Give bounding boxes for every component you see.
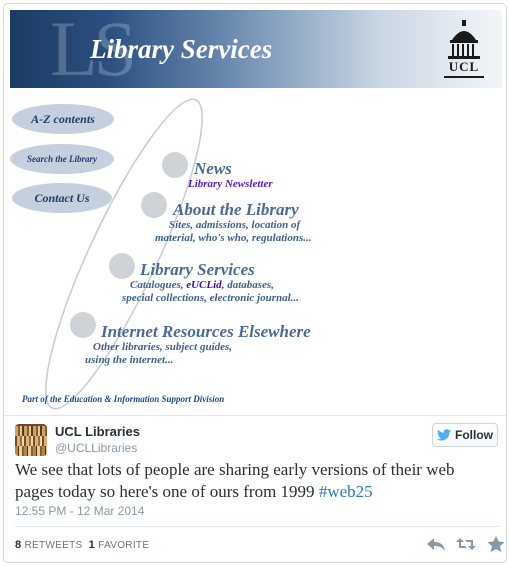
services-desc-line2: special collections, electronic journal.…	[122, 292, 299, 304]
euclid-link[interactable]: eUCLid	[186, 279, 221, 291]
user-name[interactable]: UCL Libraries	[55, 424, 140, 439]
embedded-1999-webpage[interactable]: LS Library Services UCL A-Z contents Sea…	[4, 4, 506, 414]
tweet-card: LS Library Services UCL A-Z contents Sea…	[3, 3, 507, 563]
internet-desc-line2: using the internet...	[85, 354, 174, 366]
section-news[interactable]: News Library Newsletter	[188, 160, 273, 191]
reply-icon[interactable]	[426, 535, 446, 553]
favorite-count[interactable]: 1	[89, 539, 95, 551]
section-services[interactable]: Library Services Catalogues, eUCLid, dat…	[122, 261, 299, 305]
retweet-icon[interactable]	[456, 535, 476, 553]
nav-az-contents[interactable]: A-Z contents	[12, 104, 114, 134]
image-divider	[4, 415, 506, 416]
about-desc-line1: Sites, admissions, location of	[169, 219, 301, 231]
services-desc-line1: Catalogues, eUCLid, databases,	[130, 279, 299, 292]
section-about[interactable]: About the Library Sites, admissions, loc…	[155, 201, 311, 245]
nav-search-library[interactable]: Search the Library	[10, 144, 114, 174]
hashtag-link[interactable]: #web25	[319, 482, 373, 501]
ucl-logo-text: UCL	[448, 59, 480, 74]
avatar[interactable]	[15, 424, 47, 456]
library-services-banner: LS Library Services UCL	[10, 10, 502, 88]
tweet-text-line2: pages today so here's one of ours from 1…	[15, 482, 319, 501]
news-title[interactable]: News	[194, 160, 273, 178]
orbit-bullet-icon	[109, 253, 135, 279]
internet-desc-line1: Other libraries, subject guides,	[93, 341, 233, 353]
services-desc-text-b: , databases,	[221, 279, 274, 291]
section-internet[interactable]: Internet Resources Elsewhere Other libra…	[85, 323, 311, 367]
tweet-stats: 8 RETWEETS 1 FAVORITE	[15, 539, 149, 551]
services-title[interactable]: Library Services	[140, 261, 299, 279]
about-desc-line2: material, who's who, regulations...	[155, 232, 312, 244]
favorite-label[interactable]: FAVORITE	[98, 540, 149, 551]
internet-title[interactable]: Internet Resources Elsewhere	[101, 323, 311, 341]
follow-button[interactable]: Follow	[432, 423, 498, 447]
tweet-text-line1: We see that lots of people are sharing e…	[15, 460, 455, 479]
tweet-text: We see that lots of people are sharing e…	[15, 459, 499, 503]
stats-divider	[15, 526, 499, 527]
orbit-bullet-icon	[162, 152, 188, 178]
favorite-star-icon[interactable]	[486, 535, 506, 553]
banner-title: Library Services	[90, 34, 273, 64]
nav-contact-us[interactable]: Contact Us	[12, 183, 112, 213]
follow-label: Follow	[455, 428, 493, 442]
retweet-label[interactable]: RETWEETS	[25, 540, 83, 551]
newsletter-link[interactable]: Library Newsletter	[188, 178, 273, 190]
division-footer-note: Part of the Education & Information Supp…	[22, 394, 225, 404]
orbit-bullet-icon	[70, 312, 96, 338]
tweet-timestamp[interactable]: 12:55 PM - 12 Mar 2014	[15, 504, 144, 518]
retweet-count[interactable]: 8	[15, 539, 21, 551]
about-title[interactable]: About the Library	[173, 201, 311, 219]
twitter-bird-icon	[437, 429, 451, 441]
services-desc-text-a: Catalogues,	[130, 279, 187, 291]
orbit-bullet-icon	[141, 192, 167, 218]
tweet-actions	[426, 535, 506, 553]
user-handle[interactable]: @UCLLibraries	[55, 441, 137, 455]
